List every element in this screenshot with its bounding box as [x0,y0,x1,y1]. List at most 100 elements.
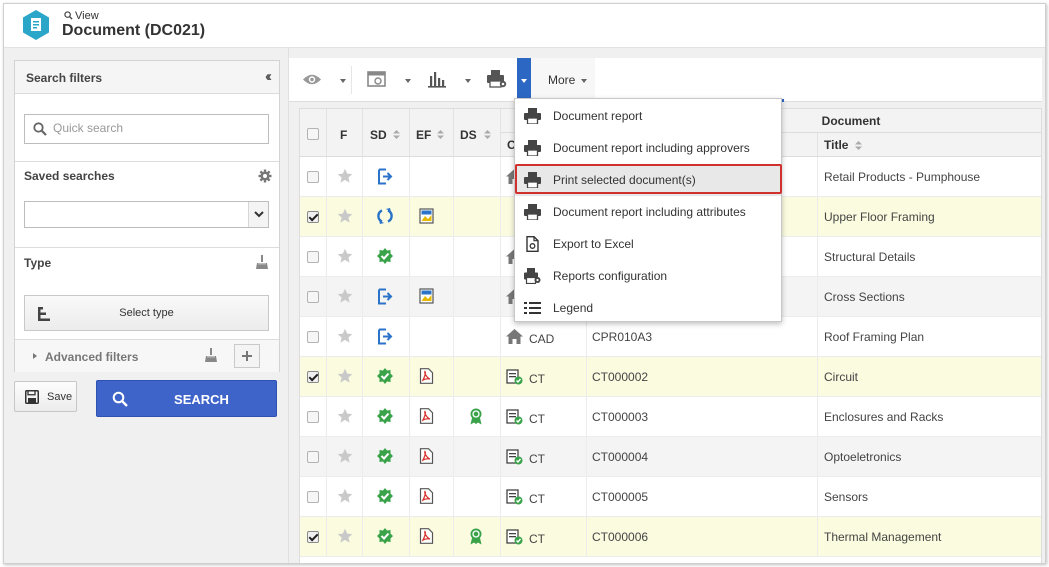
table-row[interactable]: CT CT000004 Optoeletronics [300,437,1041,477]
star-icon[interactable] [337,288,353,304]
caret-down-icon[interactable] [405,79,411,83]
view-button[interactable] [289,58,349,102]
table-row[interactable]: CT CT000006 Thermal Management [300,517,1041,557]
row-select-cell[interactable] [300,517,327,557]
row-checkbox[interactable] [307,531,319,543]
ef-cell[interactable] [410,157,454,197]
row-checkbox[interactable] [307,251,319,263]
clear-filter-icon[interactable] [256,255,268,269]
col-favorite[interactable]: F [327,109,363,157]
favorite-cell[interactable] [327,317,363,357]
print-settings-button[interactable] [479,58,517,102]
approved-icon [377,408,393,424]
highlight-annotation [515,164,782,194]
row-select-cell[interactable] [300,277,327,317]
row-select-cell[interactable] [300,197,327,237]
ef-cell[interactable] [410,237,454,277]
star-icon[interactable] [337,448,353,464]
favorite-cell[interactable] [327,277,363,317]
favorite-cell[interactable] [327,237,363,277]
table-row[interactable]: CT CT000005 Sensors [300,477,1041,517]
star-icon[interactable] [337,208,353,224]
row-checkbox[interactable] [307,211,319,223]
menu-item-document-report-attributes[interactable]: Document report including attributes [515,196,781,228]
ef-cell[interactable] [410,317,454,357]
favorite-cell[interactable] [327,397,363,437]
row-select-cell[interactable] [300,157,327,197]
caret-down-icon[interactable] [340,79,346,83]
star-icon[interactable] [337,408,353,424]
category-code: CT [529,492,545,506]
chart-button[interactable] [419,58,471,102]
star-icon[interactable] [337,528,353,544]
add-filter-button[interactable] [234,344,260,368]
star-icon[interactable] [337,168,353,184]
save-button[interactable]: Save [14,381,77,412]
collapse-icon[interactable]: ‹‹ [265,68,272,85]
sd-cell [363,237,410,277]
col-sd[interactable]: SD [363,109,410,157]
gear-icon[interactable] [258,169,272,183]
quick-search-input[interactable] [53,121,253,135]
favorite-cell[interactable] [327,357,363,397]
row-checkbox[interactable] [307,371,319,383]
ef-cell[interactable] [410,197,454,237]
star-icon[interactable] [337,248,353,264]
ef-cell[interactable] [410,437,454,477]
star-icon[interactable] [337,368,353,384]
window-button[interactable] [355,58,415,102]
menu-item-reports-configuration[interactable]: Reports configuration [515,260,781,292]
identifier-cell: CT000006 [587,517,818,557]
favorite-cell[interactable] [327,437,363,477]
saved-searches-select[interactable] [24,201,269,228]
more-button[interactable]: More [531,58,595,102]
category-cell: CT [501,437,587,477]
select-all-checkbox[interactable] [307,128,319,140]
ef-cell[interactable] [410,357,454,397]
row-checkbox[interactable] [307,331,319,343]
dropdown-arrow[interactable] [248,202,268,227]
printer-gear-icon [524,268,541,284]
ef-cell[interactable] [410,277,454,317]
row-checkbox[interactable] [307,171,319,183]
favorite-cell[interactable] [327,517,363,557]
menu-item-legend[interactable]: Legend [515,292,781,324]
document-id: CT000004 [592,450,649,464]
search-button[interactable]: SEARCH [96,380,277,417]
row-select-cell[interactable] [300,317,327,357]
advanced-filters-toggle[interactable]: Advanced filters [15,339,279,372]
row-checkbox[interactable] [307,411,319,423]
menu-item-export-excel[interactable]: Export to Excel [515,228,781,260]
row-checkbox[interactable] [307,491,319,503]
star-icon[interactable] [337,328,353,344]
menu-item-document-report-approvers[interactable]: Document report including approvers [515,132,781,164]
sd-cell [363,517,410,557]
caret-down-icon[interactable] [465,79,471,83]
row-checkbox[interactable] [307,451,319,463]
col-ef[interactable]: EF [410,109,454,157]
clear-filter-icon[interactable] [205,348,217,362]
row-select-cell[interactable] [300,397,327,437]
table-row[interactable]: CT CT000002 Circuit [300,357,1041,397]
row-select-cell[interactable] [300,437,327,477]
table-row[interactable]: CT CT000003 Enclosures and Racks [300,397,1041,437]
favorite-cell[interactable] [327,477,363,517]
select-type-button[interactable]: Select type [24,295,269,331]
row-select-cell[interactable] [300,237,327,277]
quick-search-field[interactable] [24,114,269,144]
row-checkbox[interactable] [307,291,319,303]
sort-icon [393,130,400,139]
ef-cell[interactable] [410,397,454,437]
row-select-cell[interactable] [300,477,327,517]
category-cell: CT [501,517,587,557]
favorite-cell[interactable] [327,157,363,197]
col-ds[interactable]: DS [454,109,501,157]
ef-cell[interactable] [410,517,454,557]
ef-cell[interactable] [410,477,454,517]
print-dropdown-toggle[interactable] [517,58,531,102]
favorite-cell[interactable] [327,197,363,237]
star-icon[interactable] [337,488,353,504]
col-title[interactable]: Title [818,133,1041,157]
menu-item-document-report[interactable]: Document report [515,100,781,132]
row-select-cell[interactable] [300,357,327,397]
